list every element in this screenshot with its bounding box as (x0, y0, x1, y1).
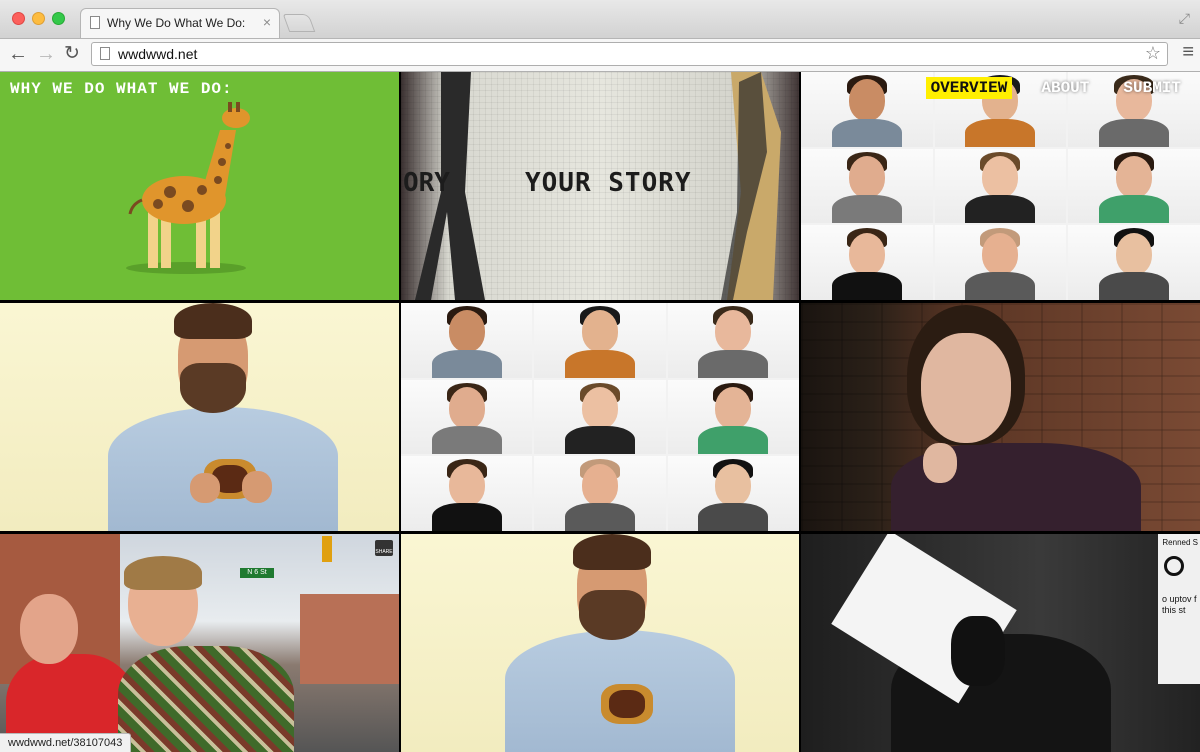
close-window-button[interactable] (12, 12, 25, 25)
building (300, 594, 399, 684)
man-hair (573, 534, 651, 570)
man-hair (174, 303, 252, 339)
traffic-light (322, 536, 332, 562)
faces-grid-tile[interactable] (801, 72, 1200, 300)
face-thumbnail[interactable] (934, 225, 1067, 300)
man-beard (579, 590, 645, 640)
street-video-tile[interactable]: N 6 St SHARE (0, 534, 399, 752)
address-bar[interactable]: wwdwwd.net ☆ (91, 42, 1168, 66)
fullscreen-icon[interactable]: ⤢ (1179, 10, 1190, 27)
man-plaid-shirt (118, 646, 294, 752)
giraffe-tile[interactable]: WHY WE DO WHAT WE DO: (0, 72, 399, 300)
mural-your-story-text: YOUR STORY (525, 168, 692, 198)
poster-text: o uptov f this st (1162, 594, 1197, 615)
man-face (20, 594, 78, 664)
page-icon (100, 47, 110, 60)
woman-pen-tile[interactable] (801, 303, 1200, 531)
maximize-window-button[interactable] (52, 12, 65, 25)
your-story-tile[interactable]: ORY YOUR STORY (401, 72, 799, 300)
man-beard (180, 363, 246, 413)
share-label: SHARE (375, 549, 393, 555)
hamburger-menu-icon[interactable]: ≡ (1182, 41, 1194, 64)
mural-partial-text: ORY (403, 168, 450, 198)
face-thumbnail[interactable] (667, 456, 799, 531)
face-thumbnail[interactable] (801, 225, 933, 300)
face-thumbnail[interactable] (667, 379, 799, 455)
faces-grid-tile[interactable] (401, 303, 799, 531)
face-thumbnail[interactable] (1068, 148, 1200, 224)
face-thumbnail[interactable] (401, 303, 533, 378)
man-toast-tile[interactable] (0, 303, 399, 531)
face-thumbnail[interactable] (401, 456, 533, 531)
forward-arrow-icon[interactable]: → (36, 42, 56, 66)
tab-close-icon[interactable]: × (263, 14, 271, 30)
tab-title: Why We Do What We Do: (107, 16, 246, 30)
browser-titlebar: Why We Do What We Do: × ⤢ (0, 0, 1200, 39)
giraffe-illustration (126, 102, 250, 274)
video-grid: WHY WE DO WHAT WE DO: ORY YOUR STORY N 6… (0, 72, 1200, 752)
street-sign: N 6 St (240, 568, 274, 578)
nav-about[interactable]: ABOUT (1036, 77, 1094, 99)
face-thumbnail[interactable] (534, 379, 666, 455)
nav-submit[interactable]: SUBMIT (1118, 77, 1186, 99)
wall-poster: Renned S o uptov f this st (1158, 534, 1200, 684)
hand-right (242, 471, 272, 503)
face-thumbnail[interactable] (801, 72, 933, 147)
page-icon (90, 16, 100, 29)
site-nav: OVERVIEW ABOUT SUBMIT (925, 77, 1186, 99)
street-sign-text: N 6 St (247, 569, 267, 576)
new-tab-button[interactable] (282, 14, 316, 32)
browser-tab[interactable]: Why We Do What We Do: × (80, 8, 280, 38)
poster-heading: Renned S (1162, 538, 1198, 547)
face-thumbnail[interactable] (1068, 225, 1200, 300)
face-thumbnail[interactable] (401, 379, 533, 455)
face-thumbnail[interactable] (801, 148, 933, 224)
status-bar-url: wwdwwd.net/38107043 (0, 733, 132, 752)
bookmark-star-icon[interactable]: ☆ (1145, 43, 1161, 64)
hand-left (190, 473, 220, 503)
url-text[interactable]: wwdwwd.net (118, 46, 197, 62)
face-thumbnail[interactable] (934, 148, 1067, 224)
face-thumbnail[interactable] (534, 456, 666, 531)
man-hair (124, 556, 202, 590)
back-arrow-icon[interactable]: ← (8, 42, 28, 66)
c-logo-icon (1164, 556, 1184, 576)
minimize-window-button[interactable] (32, 12, 45, 25)
woman-face (921, 333, 1011, 443)
reload-icon[interactable]: ↻ (64, 42, 80, 66)
man-toast-tile[interactable] (401, 534, 799, 752)
face-thumbnail[interactable] (667, 303, 799, 378)
share-button[interactable]: SHARE (375, 540, 393, 556)
woman-hand (923, 443, 957, 483)
face-thumbnail[interactable] (534, 303, 666, 378)
nav-overview[interactable]: OVERVIEW (925, 77, 1013, 99)
toast-topping (609, 690, 645, 718)
browser-toolbar: ← → ↻ wwdwwd.net ☆ ≡ (0, 39, 1200, 72)
reading-tile[interactable]: Renned S o uptov f this st (801, 534, 1200, 752)
gloved-hand (951, 616, 1005, 686)
